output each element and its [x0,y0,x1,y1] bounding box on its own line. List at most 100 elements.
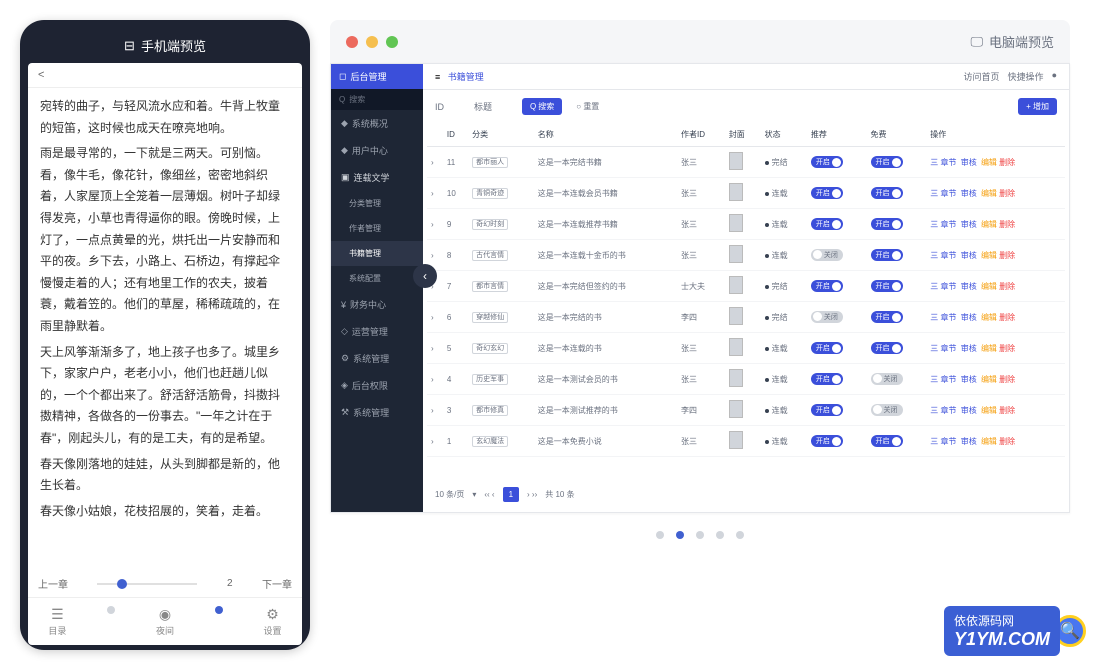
toggle-on[interactable]: 开启 [871,156,903,168]
cover-thumb [729,245,743,263]
book-icon: ▣ [341,172,350,183]
toggle-on[interactable]: 开启 [811,435,843,447]
col-header: 名称 [534,123,677,147]
desktop-title: 🖵 电脑端预览 [970,32,1054,51]
bottom-nav: ☰目录 ◉夜间 ⚙设置 [28,597,302,645]
toggle-on[interactable]: 开启 [871,280,903,292]
cog-icon: ⚙ [341,353,349,364]
pagination: 10 条/页 ▾ ‹‹ ‹ 1 › ›› 共 10 条 [423,477,1069,512]
doc-icon: ⊟ [124,38,135,54]
nav-toc[interactable]: ☰目录 [48,606,66,637]
col-header: 操作 [926,123,1065,147]
prev-chapter[interactable]: 上一章 [38,576,68,591]
table-row: ›10青铜奇迹这是一本连载会员书籍张三连载开启开启三 章节 审核 编辑 删除 [427,178,1065,209]
nav-settings[interactable]: ⚙设置 [264,606,282,637]
table-row: ›9奇幻时刻这是一本连载推荐书籍张三连载开启开启三 章节 审核 编辑 删除 [427,209,1065,240]
back-button[interactable]: < [28,63,302,88]
list-icon: ☰ [49,606,65,622]
page-slider[interactable] [97,583,197,585]
nav-night[interactable]: ◉夜间 [156,606,174,637]
toggle-on[interactable]: 开启 [811,404,843,416]
cover-thumb [729,400,743,418]
sidebar-search[interactable]: Q 搜索 [331,89,423,110]
chapter-pager: 上一章 2 下一章 [28,570,302,597]
visit-home-link[interactable]: 访问首页 [964,70,1000,83]
page-number: 2 [227,578,233,589]
cover-thumb [729,183,743,201]
avatar[interactable]: ● [1052,70,1057,83]
page-1[interactable]: 1 [503,487,519,502]
menu-serial[interactable]: ▣连载文学 [331,164,423,191]
cover-thumb [729,338,743,356]
menu-sysconfig[interactable]: 系统配置 [331,266,423,291]
quick-actions-link[interactable]: 快捷操作 [1008,70,1044,83]
menu-finance[interactable]: ¥财务中心 [331,291,423,318]
toggle-on[interactable]: 开启 [811,342,843,354]
menu-overview[interactable]: ◆系统概况 [331,110,423,137]
toggle-off[interactable]: 关闭 [871,404,903,416]
grid-icon: ◻ [339,71,346,82]
collapse-sidebar[interactable]: ‹ [413,264,437,288]
toggle-on[interactable]: 开启 [811,373,843,385]
search-button[interactable]: Q 搜索 [522,98,562,115]
menu-author[interactable]: 作者管理 [331,216,423,241]
close-icon[interactable] [346,36,358,48]
breadcrumb[interactable]: 书籍管理 [448,72,484,82]
cover-thumb [729,152,743,170]
admin-brand: ◻ 后台管理 [331,64,423,89]
mobile-preview: ⊟ 手机端预览 < 宛转的曲子，与轻风流水应和着。牛背上牧童的短笛，这时候也成天… [20,20,310,650]
watermark-url: Y1YM.COM [954,629,1050,650]
wrench-icon: ⚒ [341,407,349,418]
reset-button[interactable]: ○ 重置 [568,98,607,115]
watermark: 软件/游戏/小程序/棋牌 依依源码网 Y1YM.COM 🔍 [944,606,1086,656]
toggle-off[interactable]: 关闭 [811,249,843,261]
menu-sysmgmt[interactable]: ⚙系统管理 [331,345,423,372]
col-header: ID [443,123,468,147]
table-row: ›1玄幻魔法这是一本免费小说张三连载开启开启三 章节 审核 编辑 删除 [427,426,1065,457]
menu-sysadmin[interactable]: ⚒系统管理 [331,399,423,426]
desktop-preview: 🖵 电脑端预览 ◻ 后台管理 Q 搜索 ◆系统概况 ◆用户中心 ▣连载文学 分类… [330,20,1070,650]
page-total: 共 10 条 [545,489,574,500]
menu-perm[interactable]: ◈后台权限 [331,372,423,399]
eye-icon: ◉ [157,606,173,622]
toggle-on[interactable]: 开启 [871,218,903,230]
cover-thumb [729,369,743,387]
minimize-icon[interactable] [366,36,378,48]
ops-icon: ◇ [341,326,348,337]
user-icon: ◆ [341,145,348,156]
toggle-on[interactable]: 开启 [811,280,843,292]
toggle-on[interactable]: 开启 [811,218,843,230]
table-row: ›5奇幻玄幻这是一本连载的书张三连载开启开启三 章节 审核 编辑 删除 [427,333,1065,364]
carousel-dots [330,531,1070,539]
watermark-name: 依依源码网 [954,612,1050,629]
menu-user[interactable]: ◆用户中心 [331,137,423,164]
menu-books[interactable]: 书籍管理 [331,241,423,266]
mobile-title-bar: ⊟ 手机端预览 [28,28,302,63]
hamburger-icon[interactable]: ≡ 书籍管理 [435,70,484,83]
menu-category[interactable]: 分类管理 [331,191,423,216]
toggle-on[interactable]: 开启 [811,187,843,199]
table-row: ›4历史军事这是一本测试会员的书张三连载开启关闭三 章节 审核 编辑 删除 [427,364,1065,395]
toggle-on[interactable]: 开启 [871,187,903,199]
table-row: ›6穿越修仙这是一本完结的书李四完结关闭开启三 章节 审核 编辑 删除 [427,302,1065,333]
chart-icon: ◆ [341,118,348,129]
gear-icon: ⚙ [265,606,281,622]
page-size[interactable]: 10 条/页 [435,489,464,500]
monitor-icon: 🖵 [970,34,983,50]
toggle-on[interactable]: 开启 [871,435,903,447]
maximize-icon[interactable] [386,36,398,48]
toggle-off[interactable]: 关闭 [871,373,903,385]
menu-ops[interactable]: ◇运营管理 [331,318,423,345]
add-button[interactable]: + 增加 [1018,98,1057,115]
cover-thumb [729,214,743,232]
toggle-on[interactable]: 开启 [871,342,903,354]
toggle-on[interactable]: 开启 [811,156,843,168]
col-header [427,123,443,147]
cover-thumb [729,307,743,325]
table-row: ›3都市修真这是一本测试推荐的书李四连载开启关闭三 章节 审核 编辑 删除 [427,395,1065,426]
toggle-off[interactable]: 关闭 [811,311,843,323]
col-header: 推荐 [807,123,867,147]
toggle-on[interactable]: 开启 [871,311,903,323]
next-chapter[interactable]: 下一章 [262,576,292,591]
toggle-on[interactable]: 开启 [871,249,903,261]
